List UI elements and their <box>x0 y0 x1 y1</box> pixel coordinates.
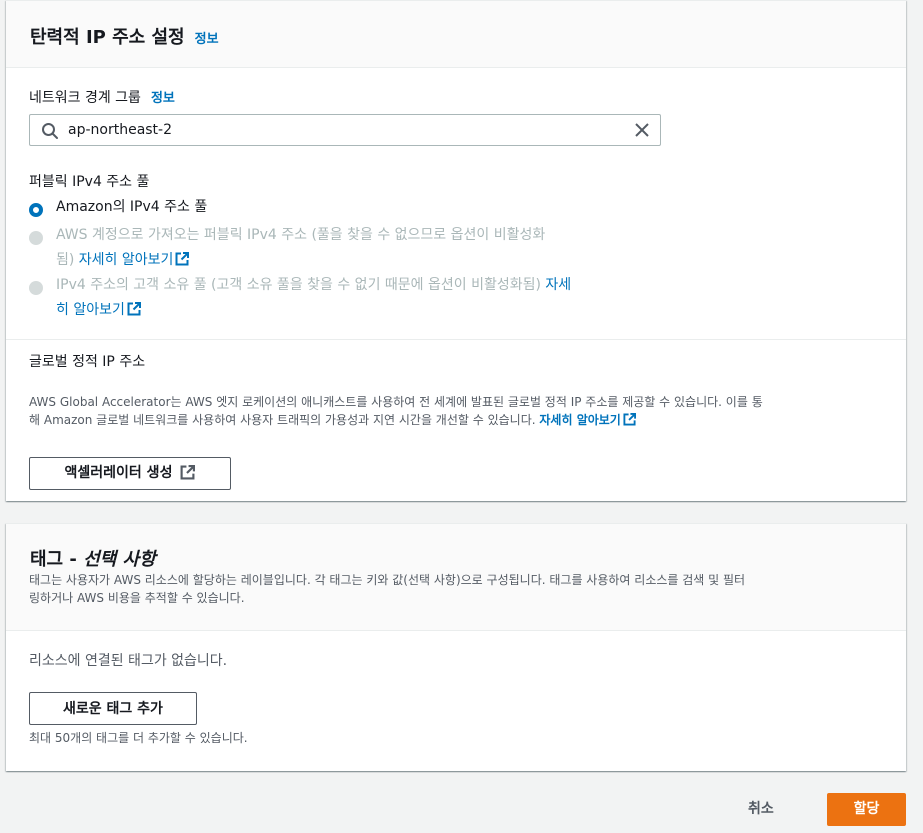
global-static-ip-label: 글로벌 정적 IP 주소 <box>29 354 146 370</box>
elastic-ip-settings-panel: 탄력적 IP 주소 설정정보 네트워크 경계 그룹정보 퍼블릭 IPv4 주소 … <box>6 0 906 501</box>
tags-title-optional: 선택 사항 <box>83 549 156 570</box>
tags-limit-text: 최대 50개의 태그를 더 추가할 수 있습니다. <box>29 731 248 745</box>
create-accelerator-button-label: 액셀러레이터 생성 <box>64 465 173 481</box>
add-tag-button[interactable]: 새로운 태그 추가 <box>29 692 197 725</box>
radio-amazon-pool[interactable] <box>29 203 43 217</box>
coip-learn-more-text: 히 알아보기 <box>56 302 125 318</box>
network-border-group-input[interactable] <box>68 120 608 140</box>
info-link[interactable]: 정보 <box>195 32 219 47</box>
network-border-group-label-text: 네트워크 경계 그룹 <box>29 90 141 106</box>
panel-title-text: 탄력적 IP 주소 설정 <box>30 27 185 48</box>
global-static-ip-desc-line2: 해 Amazon 글로벌 네트워크를 사용하여 사용자 트래픽의 가용성과 지연… <box>29 413 540 427</box>
coip-learn-more-link-part1[interactable]: 자세 <box>545 277 571 293</box>
global-static-ip-description: AWS Global Accelerator는 AWS 엣지 로케이션의 애니캐… <box>29 393 889 431</box>
external-link-icon <box>127 300 141 325</box>
no-tags-text: 리소스에 연결된 태그가 없습니다. <box>29 653 228 669</box>
global-accelerator-learn-more-link[interactable]: 자세히 알아보기 <box>539 413 636 427</box>
tags-panel: 태그 - 선택 사항 태그는 사용자가 AWS 리소스에 할당하는 레이블입니다… <box>6 523 906 771</box>
byoip-label-line1: AWS 계정으로 가져오는 퍼블릭 IPv4 주소 (풀을 찾을 수 없으므로 … <box>56 227 546 243</box>
tags-desc-line2: 링하거나 AWS 비용을 추적할 수 있습니다. <box>29 591 245 605</box>
network-border-group-info-link[interactable]: 정보 <box>151 91 175 106</box>
panel-title: 태그 - 선택 사항 <box>30 545 156 571</box>
byoip-label-line2: 됨) <box>56 252 79 268</box>
panel-title: 탄력적 IP 주소 설정 정보 <box>30 23 219 49</box>
ipv4-pool-label: 퍼블릭 IPv4 주소 풀 <box>29 174 150 190</box>
radio-byoip-pool <box>29 231 43 245</box>
search-icon <box>41 122 59 144</box>
section-divider <box>6 339 906 340</box>
radio-byoip-pool-label: AWS 계정으로 가져오는 퍼블릭 IPv4 주소 (풀을 찾을 수 없으므로 … <box>56 223 545 275</box>
allocate-button[interactable]: 할당 <box>827 793 906 826</box>
coip-label-line1: IPv4 주소의 고객 소유 풀 (고객 소유 풀을 찾을 수 없기 때문에 옵… <box>56 277 546 293</box>
panel-header: 탄력적 IP 주소 설정 정보 <box>6 1 906 68</box>
byoip-learn-more-link[interactable]: 자세히 알아보기 <box>79 252 190 268</box>
clear-icon[interactable] <box>634 122 650 142</box>
tags-title-text: 태그 - <box>30 549 84 570</box>
radio-customer-owned-pool <box>29 281 43 295</box>
radio-amazon-pool-label: Amazon의 IPv4 주소 풀 <box>56 199 208 215</box>
network-border-group-search[interactable] <box>29 114 661 146</box>
global-accelerator-learn-more-text: 자세히 알아보기 <box>539 413 621 427</box>
create-accelerator-button[interactable]: 액셀러레이터 생성 <box>29 457 231 490</box>
tags-desc-line1: 태그는 사용자가 AWS 리소스에 할당하는 레이블입니다. 각 태그는 키와 … <box>29 573 746 587</box>
external-link-icon <box>623 413 636 431</box>
network-border-group-label: 네트워크 경계 그룹 정보 <box>29 87 175 107</box>
radio-customer-owned-pool-label: IPv4 주소의 고객 소유 풀 (고객 소유 풀을 찾을 수 없기 때문에 옵… <box>56 273 571 325</box>
byoip-learn-more-text: 자세히 알아보기 <box>78 252 174 268</box>
global-static-ip-desc-line1: AWS Global Accelerator는 AWS 엣지 로케이션의 애니캐… <box>29 395 763 409</box>
external-link-icon <box>180 461 196 491</box>
tags-description: 태그는 사용자가 AWS 리소스에 할당하는 레이블입니다. 각 태그는 키와 … <box>29 571 889 607</box>
coip-learn-more-link[interactable]: 히 알아보기 <box>56 302 141 318</box>
cancel-button[interactable]: 취소 <box>748 798 774 818</box>
panel-header: 태그 - 선택 사항 태그는 사용자가 AWS 리소스에 할당하는 레이블입니다… <box>6 524 906 631</box>
external-link-icon <box>175 250 190 275</box>
